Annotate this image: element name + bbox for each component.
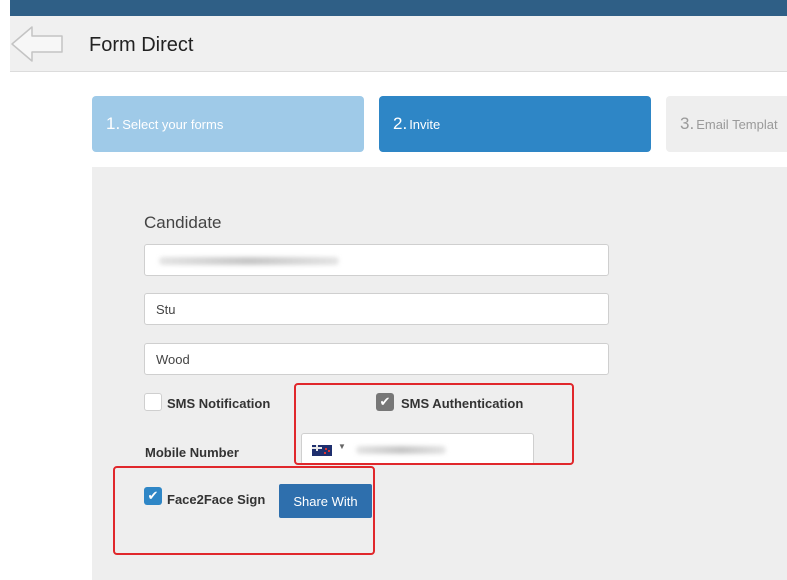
redacted-phone bbox=[356, 446, 446, 454]
mobile-number-label: Mobile Number bbox=[145, 445, 239, 460]
step-email-template[interactable]: 3. Email Templat bbox=[666, 96, 787, 152]
back-button[interactable] bbox=[10, 24, 66, 64]
step-label: Select your forms bbox=[122, 116, 224, 132]
sms-notification-label: SMS Notification bbox=[167, 396, 271, 411]
header: Form Direct bbox=[10, 16, 787, 72]
sms-notification-checkbox[interactable] bbox=[144, 393, 162, 411]
redacted-email bbox=[159, 257, 339, 265]
step-label: Invite bbox=[409, 116, 441, 132]
mobile-number-input[interactable]: ▼ bbox=[301, 433, 534, 465]
step-invite[interactable]: 2. Invite bbox=[379, 96, 651, 152]
candidate-heading: Candidate bbox=[144, 213, 222, 232]
face2face-checkbox[interactable]: ✔ bbox=[144, 487, 162, 505]
last-name-field[interactable] bbox=[144, 343, 609, 375]
chevron-down-icon[interactable]: ▼ bbox=[338, 442, 346, 451]
step-number: 3. bbox=[680, 114, 695, 133]
nz-flag-icon[interactable] bbox=[312, 445, 332, 456]
top-bar bbox=[10, 0, 787, 16]
sms-authentication-checkbox[interactable]: ✔ bbox=[376, 393, 394, 411]
check-icon: ✔ bbox=[147, 488, 159, 503]
face2face-label: Face2Face Sign bbox=[167, 492, 266, 507]
email-field[interactable] bbox=[144, 244, 609, 276]
sms-authentication-label: SMS Authentication bbox=[401, 396, 524, 411]
step-label: Email Templat bbox=[696, 116, 778, 132]
share-with-button[interactable]: Share With bbox=[279, 484, 372, 518]
step-select-forms[interactable]: 1. Select your forms bbox=[92, 96, 364, 152]
step-number: 1. bbox=[106, 114, 121, 133]
check-icon: ✔ bbox=[379, 394, 391, 409]
arrow-left-icon bbox=[11, 26, 63, 62]
page-title: Form Direct bbox=[89, 34, 194, 56]
step-number: 2. bbox=[393, 114, 408, 133]
first-name-field[interactable] bbox=[144, 293, 609, 325]
